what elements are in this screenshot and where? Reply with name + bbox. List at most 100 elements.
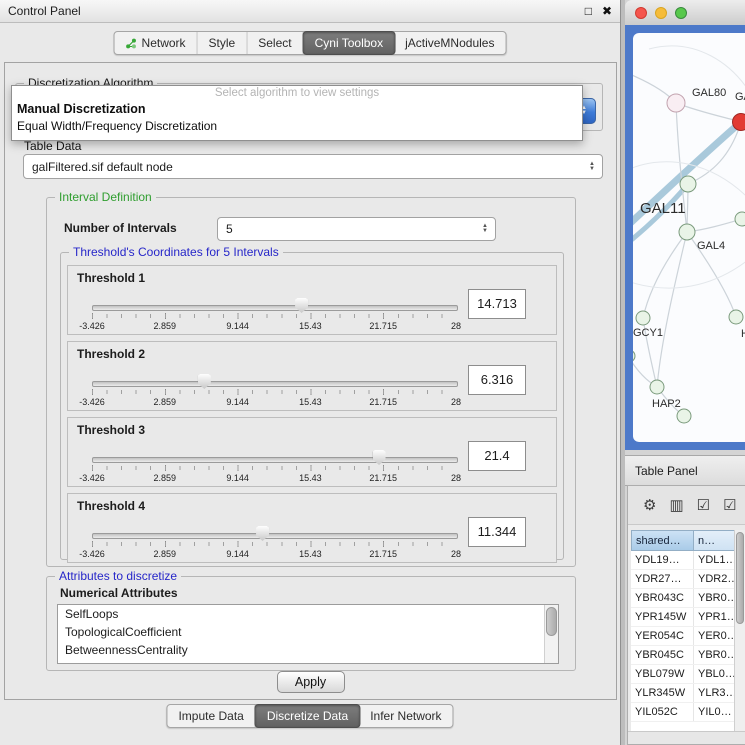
scrollbar-thumb[interactable] (546, 607, 557, 636)
tab-select[interactable]: Select (247, 32, 303, 54)
zoom-traffic-light-icon[interactable] (675, 7, 687, 19)
scrollbar-thumb[interactable] (736, 532, 744, 624)
node-label: GAL80 (692, 87, 726, 99)
table-row[interactable]: YDR27…YDR2… (631, 570, 735, 589)
table-cell: YLR3… (694, 684, 735, 702)
attribute-item[interactable]: BetweennessCentrality (58, 641, 558, 659)
window-title: Control Panel (8, 4, 575, 18)
table-data-value: galFiltered.sif default node (24, 160, 585, 174)
network-window-titlebar (625, 0, 745, 26)
table-data-select[interactable]: galFiltered.sif default node ▲ ▼ (23, 154, 603, 179)
table-horizontal-scrollbar[interactable] (628, 731, 745, 744)
minimize-traffic-light-icon[interactable] (655, 7, 667, 19)
node-label: H (741, 328, 745, 340)
tick-label: 9.144 (226, 397, 249, 407)
network-node-red-node[interactable] (733, 114, 745, 131)
settings-icon[interactable]: ⚙ (643, 498, 656, 513)
network-view[interactable]: GAL80GAGAL11GAL4GCY1HHAP2 (625, 25, 745, 450)
threshold-slider: -3.4262.8599.14415.4321.71528 (92, 454, 456, 484)
table-cell: YBR043C (631, 589, 694, 607)
network-node-node-3[interactable] (729, 310, 743, 324)
table-cell: YLR345W (631, 684, 694, 702)
numerical-attributes-label: Numerical Attributes (60, 586, 178, 600)
network-node-node-2[interactable] (735, 212, 745, 226)
tab-impute-data[interactable]: Impute Data (167, 705, 255, 727)
tab-jactivemnodules[interactable]: jActiveMNodules (394, 32, 505, 54)
combo-stepper-icon[interactable]: ▲ ▼ (478, 224, 495, 234)
threshold-value-field[interactable]: 14.713 (468, 289, 526, 319)
application-window: Control Panel □ ✖ NetworkStyle Select Cyni… (0, 0, 745, 745)
tick-label: 28 (451, 473, 461, 483)
tab-style[interactable]: Style (198, 32, 248, 54)
network-node-node-1[interactable] (680, 176, 696, 192)
tab-discretize-data[interactable]: Discretize Data (255, 704, 360, 728)
network-edge (676, 103, 741, 122)
attributes-items: SelfLoopsTopologicalCoefficientBetweenne… (58, 605, 558, 659)
network-icon (126, 38, 137, 49)
apply-button[interactable]: Apply (277, 671, 345, 693)
tick-label: 2.859 (154, 397, 177, 407)
close-traffic-light-icon[interactable] (635, 7, 647, 19)
threshold-label: Threshold 4 (77, 499, 145, 513)
column-header[interactable]: n… (694, 530, 735, 551)
tab-cyni-toolbox[interactable]: Cyni Toolbox (303, 31, 395, 55)
tab-label: Select (258, 36, 291, 50)
network-node-HAP2[interactable] (650, 380, 664, 394)
network-node-GAL4[interactable] (679, 224, 695, 240)
network-node-GCY1[interactable] (636, 311, 650, 325)
tick-label: 15.43 (299, 397, 322, 407)
network-node-GAL80[interactable] (667, 94, 685, 112)
threshold-value-field[interactable]: 6.316 (468, 365, 526, 395)
tick-label: 21.715 (369, 549, 397, 559)
algorithm-dropdown-popup: Select algorithm to view settings Manual… (11, 85, 583, 141)
slider-tick-labels: -3.4262.8599.14415.4321.71528 (92, 302, 456, 332)
close-icon[interactable]: ✖ (602, 5, 612, 17)
network-canvas[interactable]: GAL80GAGAL11GAL4GCY1HHAP2 (633, 33, 745, 442)
columns-icon[interactable]: ▥ (669, 498, 683, 513)
dropdown-option-equal-width-frequency[interactable]: Equal Width/Frequency Discretization (12, 118, 582, 135)
tick-label: 15.43 (299, 321, 322, 331)
threshold-panel: Threshold 3 21.4 -3.4262.8599.14415.4321… (67, 417, 557, 487)
table-cell: YBR045C (631, 646, 694, 664)
table-panel-title: Table Panel (635, 464, 698, 478)
tab-infer-network[interactable]: Infer Network (359, 705, 452, 727)
table-row[interactable]: YIL052CYIL0… (631, 703, 735, 722)
threshold-label: Threshold 3 (77, 423, 145, 437)
table-row[interactable]: YER054CYER0… (631, 627, 735, 646)
column-header[interactable]: shared… (631, 530, 694, 551)
table-row[interactable]: YPR145WYPR1… (631, 608, 735, 627)
tab-network[interactable]: Network (115, 32, 198, 54)
attribute-item[interactable]: SelfLoops (58, 605, 558, 623)
threshold-value-field[interactable]: 11.344 (468, 517, 526, 547)
table-row[interactable]: YLR345WYLR3… (631, 684, 735, 703)
table-row[interactable]: YDL19…YDL1… (631, 551, 735, 570)
combo-stepper-icon[interactable]: ▲ ▼ (585, 162, 602, 172)
tick-label: -3.426 (79, 473, 105, 483)
number-of-intervals-value: 5 (218, 222, 478, 236)
attributes-scrollbar[interactable] (544, 605, 558, 663)
table-toolbar: ⚙ ▥ ☑ ☑ (628, 486, 745, 525)
select-columns-icon[interactable]: ☑ (723, 498, 736, 513)
float-window-icon[interactable]: □ (585, 5, 592, 17)
network-node-node-5[interactable] (677, 409, 691, 423)
select-rows-icon[interactable]: ☑ (697, 498, 710, 513)
table-scrollbar[interactable] (734, 530, 745, 732)
table-cell: YER0… (694, 627, 735, 645)
table-cell: YDR27… (631, 570, 694, 588)
threshold-value-field[interactable]: 21.4 (468, 441, 526, 471)
table-row[interactable]: YBR043CYBR0… (631, 589, 735, 608)
number-of-intervals-select[interactable]: 5 ▲ ▼ (217, 217, 496, 241)
dropdown-option-manual-discretization[interactable]: Manual Discretization (12, 101, 582, 118)
table-panel: ⚙▥☑☑ shared…n… YDL19…YDL1…YDR27…YDR2…YBR… (627, 485, 745, 745)
table-cell: YDR2… (694, 570, 735, 588)
arrow-down-icon: ▼ (482, 229, 488, 234)
tab-label: Impute Data (178, 709, 243, 723)
table-row[interactable]: YBR045CYBR0… (631, 646, 735, 665)
tick-label: 28 (451, 321, 461, 331)
network-edge (657, 232, 687, 387)
attribute-item[interactable]: TopologicalCoefficient (58, 623, 558, 641)
tick-label: 28 (451, 397, 461, 407)
table-row[interactable]: YBL079WYBL0… (631, 665, 735, 684)
network-node-node-4[interactable] (633, 350, 635, 362)
thresholds-container: Threshold 1 14.713 -3.4262.8599.14415.43… (67, 265, 557, 569)
